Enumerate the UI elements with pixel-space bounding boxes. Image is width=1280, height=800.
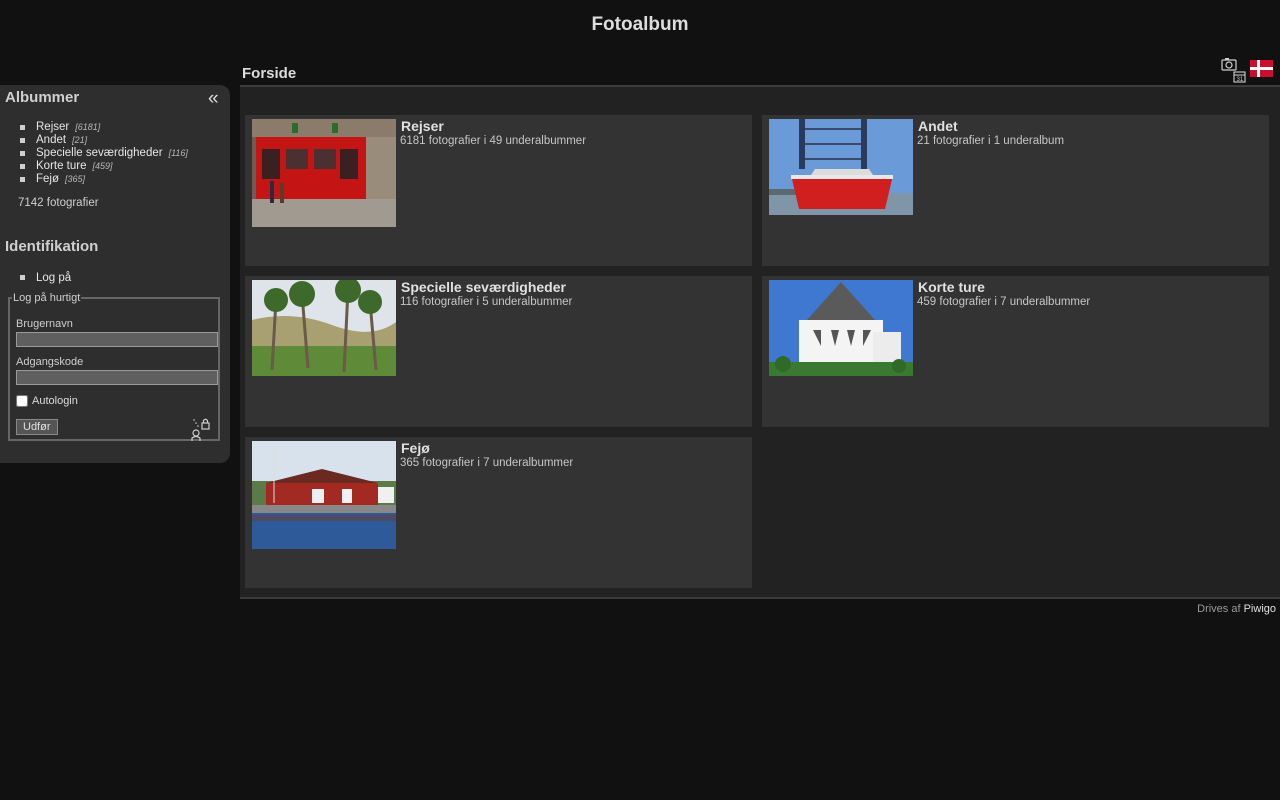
album-count: [21] [72, 135, 88, 145]
album-menu-list: Rejser [6181] Andet [21] Specielle seværdi… [20, 121, 188, 186]
album-grid: Rejser 6181 fotografier i 49 underalbumm… [240, 87, 1280, 599]
album-thumbnail[interactable] [252, 441, 396, 549]
album-menu-link[interactable]: Fejø [36, 173, 59, 185]
album-title[interactable]: Korte ture [918, 279, 985, 295]
album-count: [459] [92, 161, 113, 171]
autologin-option[interactable]: Autologin [16, 395, 78, 407]
total-photos: 7142 fotografier [18, 197, 99, 209]
login-item: Log på [19, 271, 71, 285]
album-card[interactable]: Fejø 365 fotografier i 7 underalbummer [245, 437, 752, 588]
album-thumbnail[interactable] [769, 280, 913, 376]
collapse-menu-icon[interactable]: « [208, 89, 219, 109]
username-field[interactable] [16, 332, 218, 347]
register-user-icon[interactable] [190, 417, 212, 441]
album-menu-link[interactable]: Andet [36, 134, 66, 146]
svg-text:31: 31 [1237, 77, 1244, 83]
password-field[interactable] [16, 370, 218, 385]
autologin-label: Autologin [32, 395, 78, 407]
piwigo-link[interactable]: Piwigo [1244, 603, 1276, 615]
album-menu-link[interactable]: Specielle seværdigheder [36, 147, 163, 159]
breadcrumb[interactable]: Forside [242, 65, 296, 82]
footer-prefix: Drives af [1197, 603, 1241, 615]
album-menu-item-andet: Andet [21] [20, 134, 188, 147]
album-card[interactable]: Specielle seværdigheder 116 fotografier … [245, 276, 752, 427]
album-title[interactable]: Rejser [401, 118, 444, 134]
album-count: [116] [168, 148, 188, 158]
album-description: 116 fotografier i 5 underalbummer [400, 296, 573, 308]
album-thumbnail[interactable] [252, 280, 396, 376]
album-menu-item-korte-ture: Korte ture [459] [20, 160, 188, 173]
login-link[interactable]: Log på [36, 272, 71, 284]
album-count: [365] [65, 174, 86, 184]
album-thumbnail[interactable] [252, 119, 396, 227]
calendar-camera-icon[interactable]: 31 [1221, 57, 1247, 83]
autologin-checkbox[interactable] [16, 395, 28, 407]
album-count: [6181] [75, 122, 101, 132]
identification-title: Identifikation [5, 238, 99, 255]
identification-list: Log på [19, 271, 71, 285]
album-title[interactable]: Fejø [401, 440, 430, 456]
quickconnect-form: Log på hurtigt Brugernavn Adgangskode Au… [8, 292, 220, 441]
menubar: Albummer « Rejser [6181] Andet [21] Specie… [0, 85, 230, 463]
album-card[interactable]: Korte ture 459 fotografier i 7 underalbu… [762, 276, 1269, 427]
album-thumbnail[interactable] [769, 119, 913, 215]
album-description: 365 fotografier i 7 underalbummer [400, 457, 574, 469]
albums-title[interactable]: Albummer [5, 89, 79, 106]
password-label: Adgangskode [16, 356, 84, 368]
album-title[interactable]: Andet [918, 118, 958, 134]
album-menu-item-fejo: Fejø [365] [20, 173, 188, 186]
album-description: 21 fotografier i 1 underalbum [917, 135, 1065, 147]
submit-button[interactable]: Udfør [16, 419, 58, 435]
username-label: Brugernavn [16, 318, 73, 330]
content-title-bar: Forside 31 [240, 58, 1280, 87]
album-description: 459 fotografier i 7 underalbummer [917, 296, 1091, 308]
album-menu-link[interactable]: Rejser [36, 121, 69, 133]
album-card[interactable]: Rejser 6181 fotografier i 49 underalbumm… [245, 115, 752, 266]
album-card[interactable]: Andet 21 fotografier i 1 underalbum [762, 115, 1269, 266]
album-description: 6181 fotografier i 49 underalbummer [400, 135, 587, 147]
danish-flag-icon[interactable] [1250, 60, 1273, 77]
album-menu-item-specielle: Specielle seværdigheder [116] [20, 147, 188, 160]
site-title: Fotoalbum [591, 14, 689, 35]
album-menu-item-rejser: Rejser [6181] [20, 121, 188, 134]
footer: Drives af Piwigo [1197, 603, 1276, 615]
album-title[interactable]: Specielle seværdigheder [401, 279, 566, 295]
quickconnect-legend: Log på hurtigt [13, 292, 81, 304]
album-menu-link[interactable]: Korte ture [36, 160, 87, 172]
